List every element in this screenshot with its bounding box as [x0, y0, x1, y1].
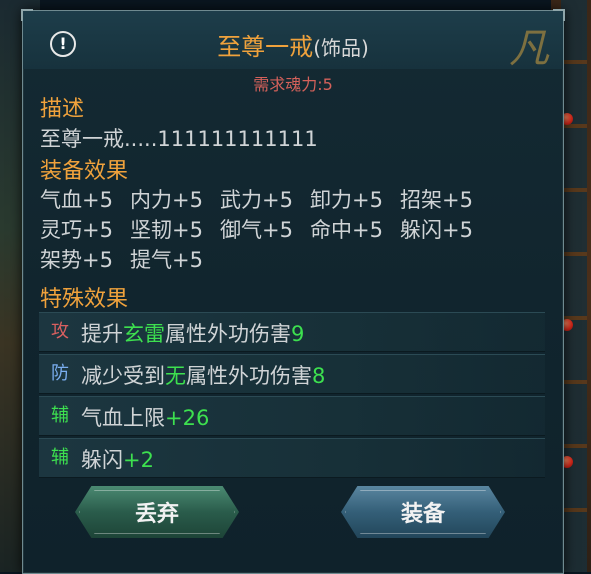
panel-corner: [553, 9, 565, 21]
discard-button[interactable]: 丢弃: [75, 486, 239, 538]
equip-button[interactable]: 装备: [341, 486, 505, 538]
special-effect-row: 攻 提升玄雷属性外功伤害9: [39, 312, 545, 352]
effect-text: 躲闪+2: [81, 448, 154, 472]
special-effect-row: 防 减少受到无属性外功伤害8: [39, 354, 545, 394]
item-name: 至尊一戒: [217, 33, 314, 61]
background-inventory-strip: [561, 0, 587, 572]
soul-power-requirement: 需求魂力:5: [253, 75, 333, 94]
stat-row: 灵巧+5 坚韧+5 御气+5 命中+5 躲闪+5: [40, 214, 490, 244]
effect-tag-attack: 攻: [51, 321, 69, 342]
equip-effects-title: 装备效果: [40, 159, 129, 184]
item-tooltip-panel: ! 至尊一戒(饰品) 凡 需求魂力:5 描述 至尊一戒.....11111111…: [21, 9, 565, 574]
item-title: 至尊一戒(饰品): [23, 27, 563, 62]
stat-row: 气血+5 内力+5 武力+5 卸力+5 招架+5: [40, 184, 490, 214]
stat-value: 提气+5: [130, 248, 203, 272]
panel-corner: [21, 9, 33, 21]
stat-value: 坚韧+5: [130, 218, 203, 242]
description-text: 至尊一戒.....111111111111: [40, 127, 318, 151]
rarity-mark: 凡: [509, 26, 549, 72]
special-effect-row: 辅 躲闪+2: [39, 438, 545, 478]
description-title: 描述: [40, 97, 85, 122]
stat-value: 气血+5: [40, 188, 113, 212]
effect-tag-defense: 防: [51, 363, 69, 384]
stat-value: 架势+5: [40, 248, 113, 272]
effect-tag-support: 辅: [51, 447, 69, 468]
effect-tag-support: 辅: [51, 405, 69, 426]
stat-value: 招架+5: [400, 188, 473, 212]
stat-row: 架势+5 提气+5: [40, 244, 220, 274]
special-effect-row: 辅 气血上限+26: [39, 396, 545, 436]
button-frame: [79, 490, 235, 534]
button-frame: [345, 490, 501, 534]
stat-value: 灵巧+5: [40, 218, 113, 242]
effect-text: 气血上限+26: [81, 406, 210, 430]
item-type: (饰品): [313, 36, 369, 60]
effect-text: 减少受到无属性外功伤害8: [81, 364, 326, 388]
stat-value: 命中+5: [310, 218, 383, 242]
stat-value: 内力+5: [130, 188, 203, 212]
effect-text: 提升玄雷属性外功伤害9: [81, 322, 305, 346]
stat-value: 躲闪+5: [400, 218, 473, 242]
special-effects-title: 特殊效果: [40, 287, 129, 312]
stat-value: 御气+5: [220, 218, 293, 242]
stat-value: 武力+5: [220, 188, 293, 212]
stat-value: 卸力+5: [310, 188, 383, 212]
